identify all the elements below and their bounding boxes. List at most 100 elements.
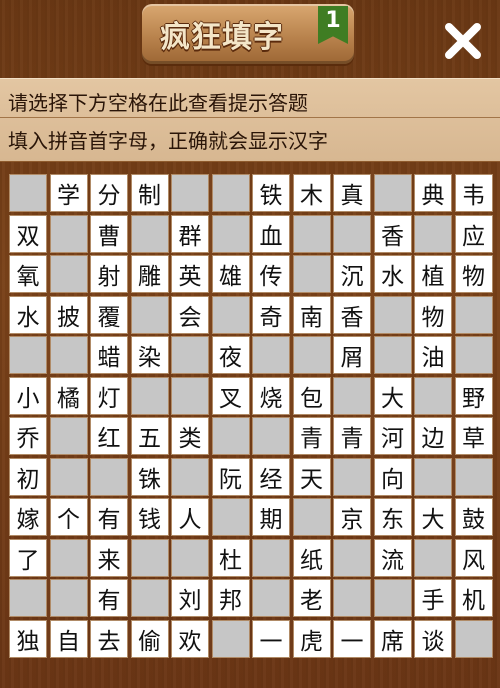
grid-cell-empty[interactable] bbox=[252, 417, 290, 455]
grid-cell-filled: 五 bbox=[130, 417, 169, 455]
grid-cell-filled: 经 bbox=[252, 457, 290, 496]
grid-cell-filled: 有 bbox=[90, 498, 128, 536]
grid-cell-filled: 东 bbox=[373, 498, 412, 536]
grid-cell-empty[interactable] bbox=[333, 214, 371, 253]
grid-cell-empty[interactable] bbox=[252, 579, 290, 617]
grid-cell-filled: 应 bbox=[454, 214, 493, 253]
grid-cell-empty[interactable] bbox=[130, 295, 169, 334]
grid-cell-filled: 河 bbox=[373, 417, 412, 455]
hint-panel: 请选择下方空格在此查看提示答题 填入拼音首字母，正确就会显示汉字 bbox=[0, 78, 500, 162]
crossword-grid: 学分制铁木真典韦双曹群血香应氧射雕英雄传沉水植物水披覆会奇南香物蜡染夜屑油小橘灯… bbox=[0, 170, 500, 670]
grid-cell-filled: 自 bbox=[49, 619, 88, 658]
grid-cell-filled: 沉 bbox=[333, 255, 371, 293]
grid-cell-filled: 双 bbox=[9, 214, 47, 253]
grid-cell-empty[interactable] bbox=[49, 457, 88, 496]
grid-cell-empty[interactable] bbox=[333, 538, 371, 577]
grid-cell-empty[interactable] bbox=[171, 376, 209, 415]
close-button[interactable] bbox=[440, 18, 486, 64]
grid-cell-empty[interactable] bbox=[49, 579, 88, 617]
grid-cell-filled: 染 bbox=[130, 336, 169, 374]
grid-cell-empty[interactable] bbox=[49, 538, 88, 577]
grid-cell-filled: 覆 bbox=[90, 295, 128, 334]
grid-cell-filled: 英 bbox=[171, 255, 209, 293]
grid-cell-filled: 雄 bbox=[211, 255, 250, 293]
grid-cell-filled: 去 bbox=[90, 619, 128, 658]
grid-cell-empty[interactable] bbox=[9, 174, 47, 212]
grid-cell-empty[interactable] bbox=[90, 457, 128, 496]
grid-cell-filled: 刘 bbox=[171, 579, 209, 617]
grid-cell-filled: 学 bbox=[49, 174, 88, 212]
grid-cell-empty[interactable] bbox=[49, 214, 88, 253]
grid-cell-filled: 物 bbox=[454, 255, 493, 293]
grid-cell-filled: 类 bbox=[171, 417, 209, 455]
grid-cell-filled: 一 bbox=[252, 619, 290, 658]
grid-cell-empty[interactable] bbox=[171, 336, 209, 374]
grid-cell-empty[interactable] bbox=[49, 417, 88, 455]
grid-cell-empty[interactable] bbox=[211, 174, 250, 212]
grid-cell-empty[interactable] bbox=[292, 336, 331, 374]
grid-cell-filled: 射 bbox=[90, 255, 128, 293]
grid-cell-filled: 了 bbox=[9, 538, 47, 577]
grid-cell-filled: 大 bbox=[373, 376, 412, 415]
grid-cell-empty[interactable] bbox=[373, 174, 412, 212]
grid-cell-filled: 乔 bbox=[9, 417, 47, 455]
grid-cell-empty[interactable] bbox=[130, 376, 169, 415]
grid-cell-empty[interactable] bbox=[414, 214, 452, 253]
grid-cell-filled: 鼓 bbox=[454, 498, 493, 536]
grid-cell-empty[interactable] bbox=[252, 538, 290, 577]
grid-cell-filled: 叉 bbox=[211, 376, 250, 415]
grid-cell-empty[interactable] bbox=[454, 457, 493, 496]
hint-line-2: 填入拼音首字母，正确就会显示汉字 bbox=[8, 129, 328, 153]
grid-cell-empty[interactable] bbox=[49, 336, 88, 374]
grid-cell-empty[interactable] bbox=[292, 214, 331, 253]
grid-cell-empty[interactable] bbox=[454, 295, 493, 334]
grid-cell-empty[interactable] bbox=[292, 498, 331, 536]
grid-cell-empty[interactable] bbox=[49, 255, 88, 293]
grid-cell-empty[interactable] bbox=[171, 457, 209, 496]
grid-cell-empty[interactable] bbox=[211, 498, 250, 536]
grid-cell-filled: 钱 bbox=[130, 498, 169, 536]
grid-cell-empty[interactable] bbox=[414, 457, 452, 496]
grid-cell-empty[interactable] bbox=[211, 295, 250, 334]
grid-cell-empty[interactable] bbox=[333, 579, 371, 617]
grid-cell-empty[interactable] bbox=[130, 579, 169, 617]
grid-cell-empty[interactable] bbox=[373, 295, 412, 334]
grid-cell-empty[interactable] bbox=[211, 214, 250, 253]
grid-cell-empty[interactable] bbox=[130, 214, 169, 253]
grid-cell-empty[interactable] bbox=[252, 336, 290, 374]
grid-cell-filled: 群 bbox=[171, 214, 209, 253]
grid-cell-filled: 一 bbox=[333, 619, 371, 658]
grid-cell-filled: 会 bbox=[171, 295, 209, 334]
grid-cell-filled: 流 bbox=[373, 538, 412, 577]
grid-cell-filled: 真 bbox=[333, 174, 371, 212]
grid-cell-filled: 老 bbox=[292, 579, 331, 617]
grid-cell-empty[interactable] bbox=[333, 376, 371, 415]
grid-cell-empty[interactable] bbox=[171, 174, 209, 212]
grid-cell-empty[interactable] bbox=[130, 538, 169, 577]
grid-cell-empty[interactable] bbox=[292, 255, 331, 293]
grid-cell-filled: 香 bbox=[373, 214, 412, 253]
grid-cell-empty[interactable] bbox=[373, 579, 412, 617]
grid-cell-empty[interactable] bbox=[454, 619, 493, 658]
grid-cell-filled: 京 bbox=[333, 498, 371, 536]
grid-cell-empty[interactable] bbox=[414, 538, 452, 577]
grid-cell-filled: 水 bbox=[9, 295, 47, 334]
grid-cell-empty[interactable] bbox=[9, 579, 47, 617]
grid-cell-filled: 灯 bbox=[90, 376, 128, 415]
grid-cell-filled: 披 bbox=[49, 295, 88, 334]
grid-cell-empty[interactable] bbox=[171, 538, 209, 577]
grid-cell-filled: 欢 bbox=[171, 619, 209, 658]
grid-cell-filled: 典 bbox=[414, 174, 452, 212]
grid-cell-empty[interactable] bbox=[414, 376, 452, 415]
grid-cell-empty[interactable] bbox=[211, 619, 250, 658]
grid-cell-filled: 谈 bbox=[414, 619, 452, 658]
grid-cell-empty[interactable] bbox=[333, 457, 371, 496]
grid-cell-filled: 蜡 bbox=[90, 336, 128, 374]
grid-cell-empty[interactable] bbox=[211, 417, 250, 455]
grid-cell-empty[interactable] bbox=[454, 336, 493, 374]
grid-cell-filled: 物 bbox=[414, 295, 452, 334]
grid-cell-filled: 阮 bbox=[211, 457, 250, 496]
grid-cell-filled: 奇 bbox=[252, 295, 290, 334]
grid-cell-empty[interactable] bbox=[9, 336, 47, 374]
grid-cell-empty[interactable] bbox=[373, 336, 412, 374]
